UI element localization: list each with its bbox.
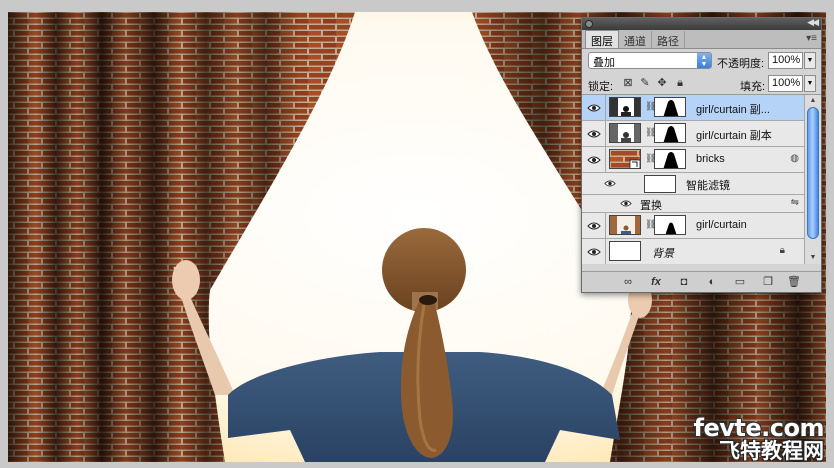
layer-thumbnail[interactable] [609, 123, 641, 143]
watermark-site-name: 飞特教程网 [719, 439, 824, 463]
scroll-down-icon[interactable]: ▼ [805, 252, 821, 264]
layer-row[interactable]: ⛓ girl/curtain 副本 [582, 121, 805, 147]
layer-name[interactable]: girl/curtain [696, 219, 747, 231]
lock-transparency-icon[interactable]: ⊠ [622, 77, 634, 89]
new-group-folder-icon[interactable]: ▭ [732, 275, 748, 289]
visibility-eye-icon[interactable] [600, 173, 620, 194]
delete-layer-trash-icon[interactable]: 🗑︎ [786, 275, 802, 289]
watermark-domain: fevte.com [693, 414, 825, 442]
tab-layers[interactable]: 图层 [585, 30, 619, 48]
adjustment-layer-icon[interactable]: ◐ [704, 275, 720, 289]
visibility-eye-icon[interactable] [582, 147, 606, 172]
panel-toolbar: ∞ fx ◘ ◐ ▭ ❐ 🗑︎ [582, 271, 821, 292]
layer-mask-thumbnail[interactable] [654, 123, 686, 143]
blend-mode-select[interactable]: 叠加 ▲ ▼ [588, 52, 712, 69]
lock-row: 锁定: ⊠ ✎ ✥ 🔒︎ 填充: 100% ▼ [582, 73, 821, 95]
layer-thumbnail[interactable] [609, 97, 641, 117]
layer-name[interactable]: 智能滤镜 [686, 177, 730, 193]
blend-row: 叠加 ▲ ▼ 不透明度: 100% ▼ [582, 49, 821, 73]
link-layers-icon[interactable]: ∞ [620, 275, 636, 289]
panel-tabs: 图层 通道 路径 ▾≡ [582, 30, 821, 49]
smart-filter-mask-thumbnail[interactable] [644, 175, 676, 193]
lock-paint-icon[interactable]: ✎ [639, 77, 651, 89]
smart-filter-badge-icon[interactable]: ◍ [790, 153, 799, 164]
layer-row[interactable]: ⛓ bricks ◍ [582, 147, 805, 173]
chain-link-icon[interactable]: ⛓ [645, 101, 656, 113]
collapse-icon[interactable]: ◀◀ [807, 17, 819, 28]
layer-mask-thumbnail[interactable] [654, 215, 686, 235]
layer-name[interactable]: bricks [696, 153, 725, 165]
scroll-thumb[interactable] [807, 107, 819, 239]
close-icon[interactable] [585, 20, 593, 28]
visibility-eye-icon[interactable] [582, 121, 606, 146]
visibility-eye-icon[interactable] [582, 95, 606, 120]
scroll-up-icon[interactable]: ▲ [805, 95, 821, 107]
fill-dropdown-icon[interactable]: ▼ [804, 75, 816, 92]
layer-name[interactable]: girl/curtain 副... [696, 101, 770, 117]
opacity-dropdown-icon[interactable]: ▼ [804, 52, 816, 69]
layer-name[interactable]: girl/curtain 副本 [696, 127, 772, 143]
panel-titlebar[interactable]: ◀◀ [582, 17, 821, 30]
layer-name[interactable]: 置换 [640, 197, 662, 213]
select-arrows-icon: ▲ ▼ [697, 53, 711, 68]
layers-panel: ◀◀ 图层 通道 路径 ▾≡ 叠加 ▲ ▼ 不透明度: 100% ▼ 锁定: ⊠ … [581, 17, 822, 293]
new-layer-icon[interactable]: ❐ [760, 275, 776, 289]
layer-row[interactable]: ⛓ girl/curtain 副... [582, 95, 805, 121]
layer-row[interactable]: ⛓ girl/curtain [582, 213, 805, 239]
blend-mode-value: 叠加 [593, 57, 615, 69]
layer-style-fx-icon[interactable]: fx [648, 275, 664, 289]
chain-link-icon[interactable]: ⛓ [645, 219, 656, 231]
smart-object-thumbnail[interactable] [609, 149, 641, 169]
visibility-eye-icon[interactable] [582, 239, 606, 264]
lock-icon: 🔒︎ [779, 245, 785, 256]
add-mask-icon[interactable]: ◘ [676, 275, 692, 289]
tab-channels[interactable]: 通道 [619, 31, 652, 48]
filter-options-icon[interactable]: ⇋ [791, 197, 799, 208]
lock-all-icon[interactable]: 🔒︎ [674, 77, 686, 89]
lock-label: 锁定: [588, 81, 614, 93]
eye-spacer [582, 195, 606, 212]
lock-move-icon[interactable]: ✥ [656, 77, 668, 89]
layer-list: ⛓ girl/curtain 副... ⛓ girl/curtain 副本 ⛓ … [582, 95, 821, 264]
smart-filters-row[interactable]: 智能滤镜 [582, 173, 805, 195]
layer-row[interactable]: 背景 🔒︎ [582, 239, 805, 264]
layer-list-scrollbar[interactable]: ▲ ▼ [804, 95, 821, 264]
opacity-label: 不透明度: [717, 58, 765, 70]
layer-thumbnail[interactable] [609, 215, 641, 235]
visibility-eye-icon[interactable] [582, 213, 606, 238]
opacity-input[interactable]: 100% [768, 52, 803, 69]
tab-paths[interactable]: 路径 [652, 31, 685, 48]
layer-mask-thumbnail[interactable] [654, 149, 686, 169]
filter-row[interactable]: 置换 ⇋ [582, 195, 805, 213]
layer-mask-thumbnail[interactable] [654, 97, 686, 117]
panel-menu-icon[interactable]: ▾≡ [806, 33, 817, 44]
visibility-eye-icon[interactable] [616, 195, 636, 212]
chain-link-icon[interactable]: ⛓ [645, 127, 656, 139]
fill-input[interactable]: 100% [768, 75, 803, 92]
chain-link-icon[interactable]: ⛓ [645, 153, 656, 165]
fill-label: 填充: [740, 81, 766, 93]
background-thumbnail[interactable] [609, 241, 641, 261]
layer-name[interactable]: 背景 [652, 245, 674, 261]
watermark: fevte.com 飞特教程网 [693, 414, 825, 463]
